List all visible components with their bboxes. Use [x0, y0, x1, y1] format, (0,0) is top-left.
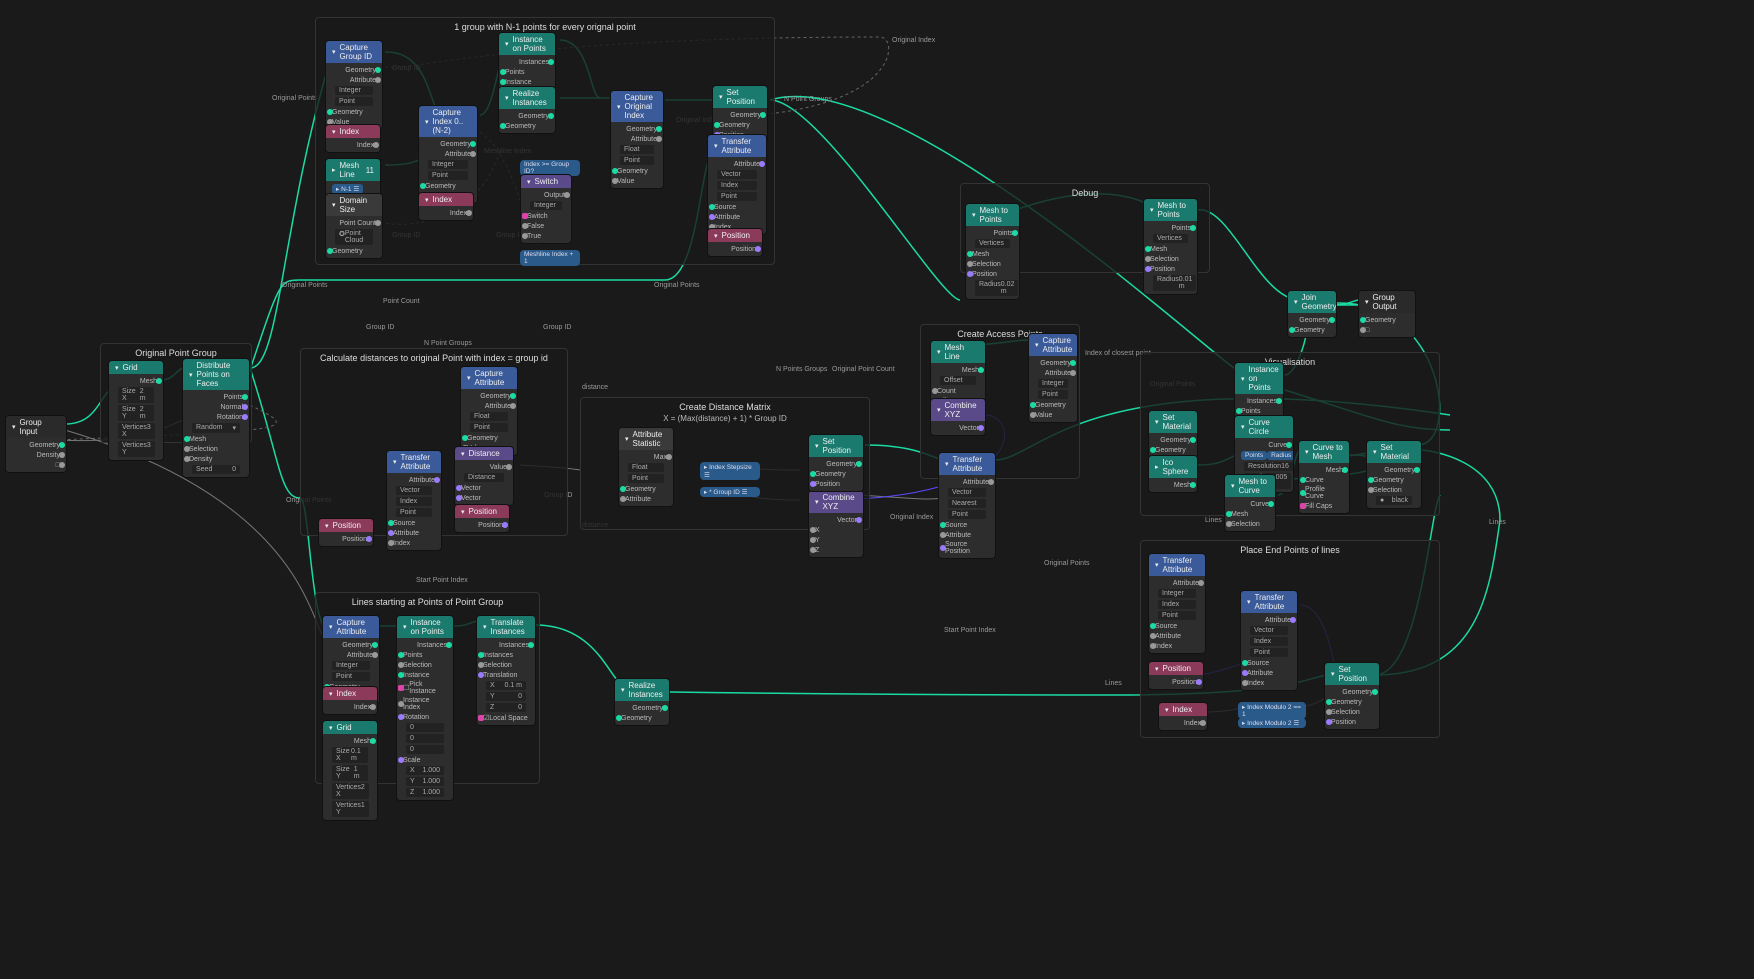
node-group-output[interactable]: ▾Group Output Geometry □ [1358, 290, 1416, 338]
node-index-3[interactable]: ▾Index Index [322, 686, 378, 715]
node-transfer-attr-2[interactable]: ▾Transfer Attribute Attribute Vector Ind… [386, 450, 442, 551]
wire-label: Original Point Count [832, 366, 895, 373]
node-capture-attr-2[interactable]: ▾Capture Attribute Geometry Attribute In… [1028, 333, 1078, 423]
chevron-down-icon: ▾ [115, 364, 119, 372]
node-instance-on-points-3[interactable]: ▾Instance on Points Instances Points Sel… [396, 615, 454, 801]
wire-label: Original Index [892, 37, 935, 44]
node-join-geometry[interactable]: ▾Join Geometry Geometry Geometry [1287, 290, 1337, 338]
wire-label: Original Points [654, 282, 700, 289]
node-domain-size[interactable]: ▾Domain Size Point Count ✪ Point Cloud G… [325, 193, 383, 259]
node-meshline-idx1[interactable]: Meshline Index + 1 [520, 250, 580, 266]
node-mesh-line[interactable]: ▸Mesh Line11 ▸ N-1 ☰ [325, 158, 381, 198]
wire-label: Original Points [282, 282, 328, 289]
wire-label: N Points Groups [776, 366, 827, 373]
node-translate-instances[interactable]: ▾Translate Instances Instances Instances… [476, 615, 536, 726]
wire-label: Group ID [543, 324, 571, 331]
wire-label: Point Count [383, 298, 420, 305]
wire-label: Lines [1105, 680, 1122, 687]
node-capture-original-index[interactable]: ▾Capture Original Index Geometry Attribu… [610, 90, 664, 189]
node-instance-on-points[interactable]: ▾Instance on Points Instances Points Ins… [498, 32, 556, 90]
chip-times-groupid[interactable]: ▸ * Group ID ☰ [700, 487, 760, 497]
wire-label: Original Index [890, 514, 933, 521]
node-position-2[interactable]: ▾Position Position [454, 504, 510, 533]
node-mesh-to-curve[interactable]: ▾Mesh to Curve Curve Mesh Selection [1224, 474, 1276, 532]
node-capture-attr-dist[interactable]: ▾Capture Attribute Geometry Attribute Fl… [460, 366, 518, 456]
wire-label: Original Points [1044, 560, 1090, 567]
node-realize-instances[interactable]: ▾Realize Instances Geometry Geometry [498, 86, 556, 134]
frame-title: Lines starting at Points of Point Group [316, 597, 539, 607]
node-distribute-points[interactable]: ▾Distribute Points on Faces Points Norma… [182, 358, 250, 478]
node-combine-xyz-2[interactable]: ▾Combine XYZ Vector [930, 398, 986, 436]
wire-label: Lines [1489, 519, 1506, 526]
node-curve-to-mesh[interactable]: ▾Curve to Mesh Mesh Curve Profile Curve … [1298, 440, 1350, 514]
node-capture-groupid[interactable]: ▾Capture Group ID Geometry Attribute Int… [325, 40, 383, 130]
node-index-end[interactable]: ▾Index Index [1158, 702, 1208, 731]
node-transfer-attr-3[interactable]: ▾Transfer Attribute Attribute Vector Nea… [938, 452, 996, 559]
node-grid-2[interactable]: ▾Grid Mesh Size X0.1 m Size Y1 m Vertice… [322, 720, 378, 821]
wire-label: Start Point Index [944, 627, 996, 634]
wire-label: Original Points [272, 95, 318, 102]
node-position-3[interactable]: ▾Position Position [318, 518, 374, 547]
wire-label: distance [582, 384, 608, 391]
chip-index-stepsize[interactable]: ▸ Index Stepsize ☰ [700, 462, 760, 480]
node-index[interactable]: ▾Index Index [325, 124, 381, 153]
frame-title: 1 group with N-1 points for every origna… [316, 22, 774, 32]
node-group-input[interactable]: ▾Group Input Geometry Density □ [5, 415, 67, 473]
wire-label: N Point Groups [424, 340, 472, 347]
chip-index-modulo-eq1[interactable]: ▸ Index Modulo 2 == 1 [1238, 702, 1306, 719]
node-grid[interactable]: ▾Grid Mesh Size X2 m Size Y2 m Vertices … [108, 360, 164, 461]
node-position-end[interactable]: ▾Position Position [1148, 661, 1204, 690]
frame-title: Calculate distances to original Point wi… [301, 353, 567, 363]
node-ico-sphere[interactable]: ▸Ico Sphere Mesh [1148, 455, 1198, 493]
node-mesh-to-points-1[interactable]: ▾Mesh to Points Points Vertices Mesh Sel… [965, 203, 1020, 300]
node-transfer-attr-end[interactable]: ▾Transfer Attribute Attribute Integer In… [1148, 553, 1206, 654]
node-distance[interactable]: ▾Distance Value Distance Vector Vector [454, 446, 514, 506]
frame-title: Visualisation [1141, 357, 1439, 367]
node-combine-xyz[interactable]: ▾Combine XYZ Vector X Y Z [808, 490, 864, 558]
frame-title: Original Point Group [101, 348, 251, 358]
node-transfer-attr-end2[interactable]: ▾Transfer Attribute Attribute Vector Ind… [1240, 590, 1298, 691]
node-index-2[interactable]: ▾Index Index [418, 192, 474, 221]
wire-label: Start Point Index [416, 577, 468, 584]
wire-label: Group ID [366, 324, 394, 331]
wire-label: N Point Groups [784, 96, 832, 103]
chip-index-modulo[interactable]: ▸ Index Modulo 2 ☰ [1238, 718, 1306, 728]
node-attr-statistic[interactable]: ▾Attribute Statistic Max Float Point Geo… [618, 427, 674, 507]
node-mesh-to-points-2[interactable]: ▾Mesh to Points Points Vertices Mesh Sel… [1143, 198, 1198, 295]
node-realize-instances-2[interactable]: ▾Realize Instances Geometry Geometry [614, 678, 670, 726]
node-capture-index0[interactable]: ▾Capture Index 0..(N-2) Geometry Attribu… [418, 105, 478, 204]
frame-title: Create Distance Matrix [581, 402, 869, 412]
frame-subtitle: X = (Max(distance) + 1) * Group ID [581, 414, 869, 423]
node-switch[interactable]: ▾Switch Output Integer Switch False True [520, 174, 572, 244]
node-position-1[interactable]: ▾Position Position [707, 228, 763, 257]
node-transfer-attribute-1[interactable]: ▾Transfer Attribute Attribute Vector Ind… [707, 134, 767, 235]
node-set-material-1[interactable]: ▾Set Material Geometry Geometry [1148, 410, 1198, 458]
chevron-down-icon: ▾ [12, 423, 16, 431]
node-set-material-2[interactable]: ▾Set Material Geometry Geometry Selectio… [1366, 440, 1422, 509]
node-set-position-end[interactable]: ▾Set Position Geometry Geometry Selectio… [1324, 662, 1380, 730]
wire-label: Lines [1205, 517, 1222, 524]
frame-title: Debug [961, 188, 1209, 198]
node-set-position-2[interactable]: ▾Set Position Geometry Geometry Position [808, 434, 864, 492]
